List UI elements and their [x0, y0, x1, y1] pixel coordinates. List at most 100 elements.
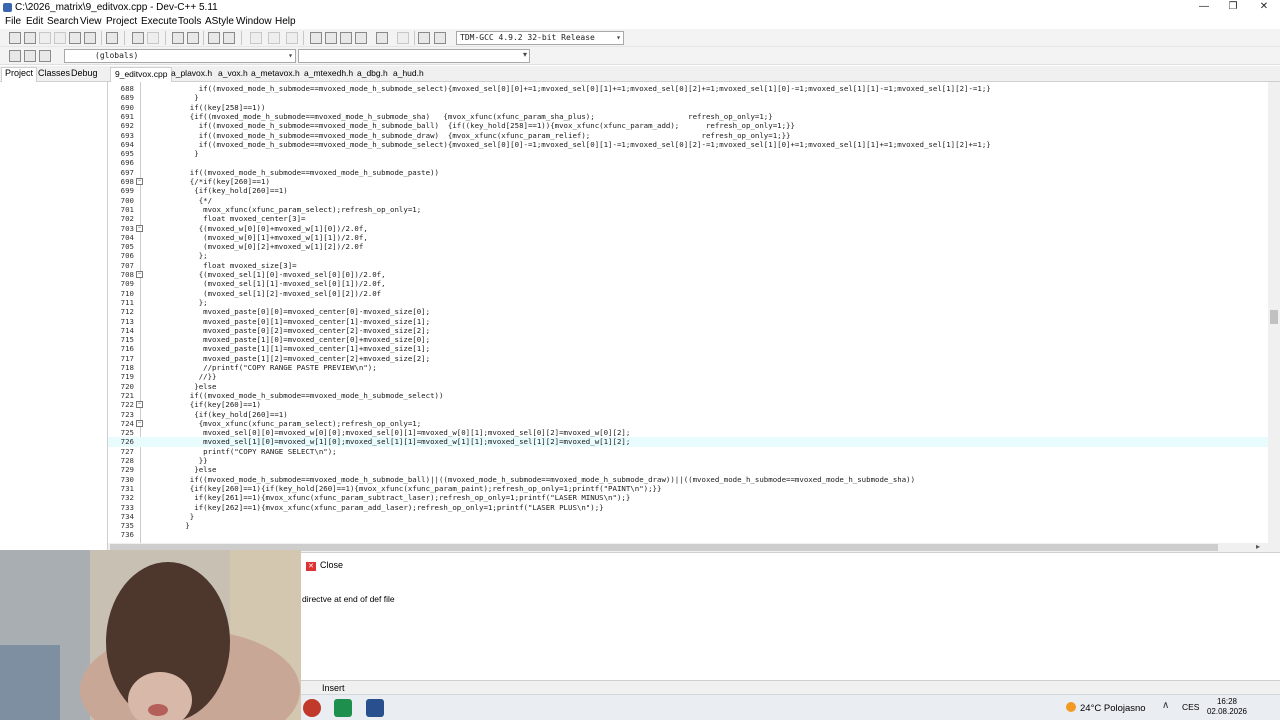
code-line[interactable]: 724− {mvox_xfunc(xfunc_param_select);ref… — [108, 419, 1268, 428]
code-line[interactable]: 725 mvoxed_sel[0][0]=mvoxed_w[0][0];mvox… — [108, 428, 1268, 437]
minimize-button[interactable]: — — [1190, 0, 1218, 15]
tab-file-a-hud[interactable]: a_hud.h — [393, 68, 424, 78]
code-line[interactable]: 690 if((key[258]==1)) — [108, 103, 1268, 112]
maximize-button[interactable]: ❐ — [1219, 0, 1247, 15]
code-line[interactable]: 723 {if(key_hold[260]==1) — [108, 410, 1268, 419]
code-line[interactable]: 702 float mvoxed_center[3]= — [108, 214, 1268, 223]
scroll-right-icon[interactable]: ▸ — [1256, 542, 1260, 551]
fold-toggle-icon[interactable]: − — [136, 271, 143, 278]
close-window-button[interactable]: ✕ — [1250, 0, 1278, 15]
tab-file-a-mtexedh[interactable]: a_mtexedh.h — [304, 68, 353, 78]
goto-forward-icon[interactable] — [268, 32, 280, 44]
code-line[interactable]: 697 if((mvoxed_mode_h_submode==mvoxed_mo… — [108, 168, 1268, 177]
fold-toggle-icon[interactable]: − — [136, 401, 143, 409]
input-language[interactable]: CES — [1182, 702, 1199, 712]
code-line[interactable]: 714 mvoxed_paste[0][2]=mvoxed_center[2]-… — [108, 326, 1268, 335]
tab-file-a-vox[interactable]: a_vox.h — [218, 68, 248, 78]
redo-icon[interactable] — [147, 32, 159, 44]
tab-debug[interactable]: Debug — [68, 68, 101, 78]
code-line[interactable]: 734 } — [108, 512, 1268, 521]
code-line[interactable]: 706 }; — [108, 251, 1268, 260]
code-line[interactable]: 716 mvoxed_paste[1][1]=mvoxed_center[1]+… — [108, 344, 1268, 353]
code-line[interactable]: 692 if((mvoxed_mode_h_submode==mvoxed_mo… — [108, 121, 1268, 130]
code-line[interactable]: 731 {if(key[260]==1){if(key_hold[260]==1… — [108, 484, 1268, 493]
code-line[interactable]: 722− {if(key[260]==1) — [108, 400, 1268, 409]
tab-file-a-dbg[interactable]: a_dbg.h — [357, 68, 388, 78]
open-file-icon[interactable] — [24, 32, 36, 44]
tab-project[interactable]: Project — [1, 67, 38, 82]
close-output-button[interactable]: ✕ Close — [306, 560, 343, 571]
menu-project[interactable]: Project — [106, 16, 137, 27]
code-line[interactable]: 696 — [108, 158, 1268, 167]
code-line[interactable]: 711 }; — [108, 298, 1268, 307]
code-editor[interactable]: 688 if((mvoxed_mode_h_submode==mvoxed_mo… — [108, 82, 1268, 543]
fold-toggle-icon[interactable]: − — [136, 224, 143, 232]
code-line[interactable]: 715 mvoxed_paste[1][0]=mvoxed_center[0]+… — [108, 335, 1268, 344]
new-file-icon[interactable] — [9, 32, 21, 44]
chrome-taskbar-icon[interactable] — [303, 699, 321, 717]
undo-icon[interactable] — [132, 32, 144, 44]
code-line[interactable]: 735 } — [108, 521, 1268, 530]
code-line[interactable]: 709 (mvoxed_sel[1][1]-mvoxed_sel[0][1])/… — [108, 279, 1268, 288]
tab-file-9-editvox[interactable]: 9_editvox.cpp — [110, 67, 173, 82]
menu-view[interactable]: View — [80, 16, 102, 27]
devcpp-taskbar-icon[interactable] — [366, 699, 384, 717]
code-line[interactable]: 733 if(key[262]==1){mvox_xfunc(xfunc_par… — [108, 503, 1268, 512]
goto-back-icon[interactable] — [250, 32, 262, 44]
code-line[interactable]: 698− {/*if(key[260]==1) — [108, 177, 1268, 186]
taskbar-clock[interactable]: 16:28 02.08.2026 — [1202, 697, 1252, 717]
code-line[interactable]: 718 //printf("COPY RANGE PASTE PREVIEW\n… — [108, 363, 1268, 372]
tab-file-a-metavox[interactable]: a_metavox.h — [251, 68, 300, 78]
code-line[interactable]: 721 if((mvoxed_mode_h_submode==mvoxed_mo… — [108, 391, 1268, 400]
tab-file-a-plavox[interactable]: a_plavox.h — [171, 68, 212, 78]
code-line[interactable]: 729 }else — [108, 465, 1268, 474]
code-line[interactable]: 708− {(mvoxed_sel[1][0]-mvoxed_sel[0][0]… — [108, 270, 1268, 279]
code-line[interactable]: 688 if((mvoxed_mode_h_submode==mvoxed_mo… — [108, 84, 1268, 93]
menu-file[interactable]: File — [5, 16, 21, 27]
menu-window[interactable]: Window — [236, 16, 272, 27]
explorer-taskbar-icon[interactable] — [334, 699, 352, 717]
menu-search[interactable]: Search — [47, 16, 79, 27]
code-line[interactable]: 693 if((mvoxed_mode_h_submode==mvoxed_mo… — [108, 131, 1268, 140]
unindent-icon[interactable] — [223, 32, 235, 44]
code-line[interactable]: 703− {(mvoxed_w[0][0]+mvoxed_w[1][0])/2.… — [108, 224, 1268, 233]
close-file-icon[interactable] — [69, 32, 81, 44]
stop-icon[interactable] — [397, 32, 409, 44]
fold-toggle-icon[interactable]: − — [136, 419, 143, 427]
goto-line-icon[interactable] — [39, 50, 51, 62]
insert-icon[interactable] — [9, 50, 21, 62]
code-line[interactable]: 726 mvoxed_sel[1][0]=mvoxed_w[1][0];mvox… — [108, 437, 1268, 447]
code-line[interactable]: 712 mvoxed_paste[0][0]=mvoxed_center[0]-… — [108, 307, 1268, 316]
vertical-scroll-thumb[interactable] — [1270, 310, 1278, 324]
code-line[interactable]: 719 //}} — [108, 372, 1268, 381]
code-line[interactable]: 704 (mvoxed_w[0][1]+mvoxed_w[1][1])/2.0f… — [108, 233, 1268, 242]
replace-icon[interactable] — [187, 32, 199, 44]
code-line[interactable]: 695 } — [108, 149, 1268, 158]
function-select[interactable]: ▾ — [298, 49, 530, 63]
menu-help[interactable]: Help — [275, 16, 296, 27]
show-hidden-icons-chevron-icon[interactable]: ∧ — [1162, 700, 1169, 711]
class-browser-icon[interactable] — [325, 32, 337, 44]
code-line[interactable]: 730 if((mvoxed_mode_h_submode==mvoxed_mo… — [108, 475, 1268, 484]
code-line[interactable]: 710 (mvoxed_sel[1][2]-mvoxed_sel[0][2])/… — [108, 289, 1268, 298]
menu-tools[interactable]: Tools — [178, 16, 201, 27]
menu-astyle[interactable]: AStyle — [205, 16, 234, 27]
compiler-select[interactable]: TDM-GCC 4.9.2 32-bit Release ▾ — [456, 31, 624, 45]
code-line[interactable]: 717 mvoxed_paste[1][2]=mvoxed_center[2]+… — [108, 354, 1268, 363]
check-syntax-icon[interactable] — [376, 32, 388, 44]
vertical-scrollbar[interactable] — [1268, 82, 1280, 543]
code-line[interactable]: 727 printf("COPY RANGE SELECT\n"); — [108, 447, 1268, 456]
fold-toggle-icon[interactable]: − — [136, 178, 143, 185]
code-line[interactable]: 700 {*/ — [108, 196, 1268, 205]
menu-edit[interactable]: Edit — [26, 16, 43, 27]
code-line[interactable]: 699 {if(key_hold[260]==1) — [108, 186, 1268, 195]
code-line[interactable]: 736 — [108, 530, 1268, 539]
weather-widget[interactable]: 24°C Polojasno — [1066, 702, 1146, 714]
close-all-icon[interactable] — [84, 32, 96, 44]
code-line[interactable]: 707 float mvoxed_size[3]= — [108, 261, 1268, 270]
print-icon[interactable] — [106, 32, 118, 44]
code-line[interactable]: 732 if(key[261]==1){mvox_xfunc(xfunc_par… — [108, 493, 1268, 502]
save-all-icon[interactable] — [54, 32, 66, 44]
code-line[interactable]: 694 if((mvoxed_mode_h_submode==mvoxed_mo… — [108, 140, 1268, 149]
code-line[interactable]: 720 }else — [108, 382, 1268, 391]
